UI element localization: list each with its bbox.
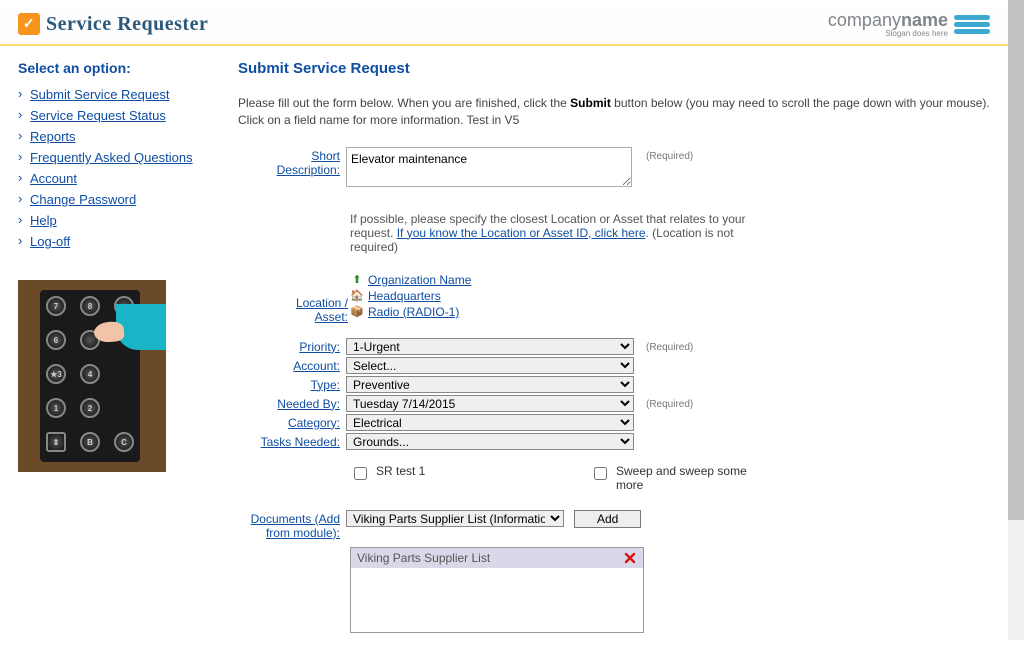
label-tasks[interactable]: Tasks Needed: bbox=[261, 435, 340, 449]
label-account[interactable]: Account: bbox=[293, 359, 340, 373]
type-select[interactable]: Preventive bbox=[346, 376, 634, 393]
sidebar-heading: Select an option: bbox=[18, 60, 208, 76]
category-select[interactable]: Electrical bbox=[346, 414, 634, 431]
sidebar-item-account[interactable]: Account bbox=[30, 171, 77, 186]
loc-asset[interactable]: Radio (RADIO-1) bbox=[368, 305, 459, 319]
company-name-bold: name bbox=[901, 10, 948, 30]
sidebar-item-submit[interactable]: Submit Service Request bbox=[30, 87, 169, 102]
header: ✓ Service Requester companyname Slogan d… bbox=[0, 0, 1008, 46]
sidebar-item-faq[interactable]: Frequently Asked Questions bbox=[30, 150, 193, 165]
location-id-link[interactable]: If you know the Location or Asset ID, cl… bbox=[397, 226, 646, 240]
scrollbar-thumb[interactable] bbox=[1008, 0, 1024, 520]
add-document-button[interactable]: Add bbox=[574, 510, 641, 528]
documents-list: Viking Parts Supplier List bbox=[350, 547, 644, 633]
company-name-light: company bbox=[828, 10, 901, 30]
checkbox-sweep[interactable]: Sweep and sweep some more bbox=[590, 464, 770, 492]
loc-org[interactable]: Organization Name bbox=[368, 273, 471, 287]
sidebar-item-help[interactable]: Help bbox=[30, 213, 57, 228]
sidebar-item-status[interactable]: Service Request Status bbox=[30, 108, 166, 123]
sidebar-item-password[interactable]: Change Password bbox=[30, 192, 136, 207]
location-hint: If possible, please specify the closest … bbox=[238, 208, 758, 264]
wave-icon bbox=[954, 15, 990, 34]
document-item: Viking Parts Supplier List bbox=[351, 548, 643, 568]
sidebar-image: 7 8 6 ★3 4 1 2 ⇕ B C bbox=[18, 280, 166, 472]
check-icon: ✓ bbox=[18, 13, 40, 35]
tasks-select[interactable]: Grounds... bbox=[346, 433, 634, 450]
checkbox-sr-test-input[interactable] bbox=[354, 467, 367, 480]
label-short-desc[interactable]: ShortDescription: bbox=[277, 149, 340, 177]
label-category[interactable]: Category: bbox=[288, 416, 340, 430]
priority-select[interactable]: 1-Urgent bbox=[346, 338, 634, 355]
checkbox-sweep-input[interactable] bbox=[594, 467, 607, 480]
account-select[interactable]: Select... bbox=[346, 357, 634, 374]
required-marker: (Required) bbox=[640, 147, 693, 162]
app-brand: ✓ Service Requester bbox=[18, 13, 208, 36]
sidebar-item-logoff[interactable]: Log-off bbox=[30, 234, 70, 249]
company-slogan: Slogan does here bbox=[828, 29, 948, 38]
sidebar-item-reports[interactable]: Reports bbox=[30, 129, 76, 144]
document-name: Viking Parts Supplier List bbox=[357, 551, 490, 565]
company-logo: companyname Slogan does here bbox=[828, 10, 990, 38]
org-icon: ⬆ bbox=[350, 273, 364, 287]
app-title: Service Requester bbox=[46, 13, 208, 36]
checkbox-sr-test[interactable]: SR test 1 bbox=[350, 464, 530, 492]
short-description-input[interactable] bbox=[346, 147, 632, 187]
label-type[interactable]: Type: bbox=[311, 378, 340, 392]
sidebar: Select an option: Submit Service Request… bbox=[18, 60, 208, 633]
loc-building[interactable]: Headquarters bbox=[368, 289, 441, 303]
page-title: Submit Service Request bbox=[238, 60, 990, 77]
label-location[interactable]: Location /Asset: bbox=[296, 296, 348, 324]
scrollbar[interactable] bbox=[1008, 0, 1024, 640]
asset-icon: 📦 bbox=[350, 305, 364, 319]
building-icon: 🏠 bbox=[350, 289, 364, 303]
label-needed-by[interactable]: Needed By: bbox=[277, 397, 340, 411]
instructions: Please fill out the form below. When you… bbox=[238, 95, 990, 129]
documents-select[interactable]: Viking Parts Supplier List (Informationa… bbox=[346, 510, 564, 527]
needed-by-select[interactable]: Tuesday 7/14/2015 bbox=[346, 395, 634, 412]
main-content: Submit Service Request Please fill out t… bbox=[238, 60, 990, 633]
remove-document-icon[interactable] bbox=[623, 551, 637, 565]
label-documents[interactable]: Documents (Addfrom module): bbox=[251, 512, 340, 540]
label-priority[interactable]: Priority: bbox=[299, 340, 340, 354]
